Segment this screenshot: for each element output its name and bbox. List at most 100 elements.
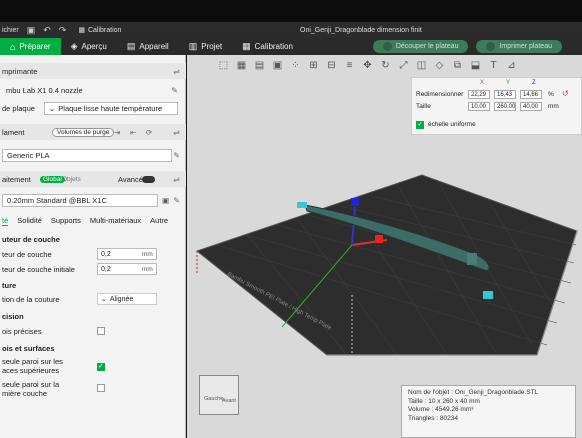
- scale-z-input[interactable]: 14,66: [520, 90, 542, 99]
- window-title: Oni_Genji_Dragonblade dimension finit: [300, 26, 422, 34]
- object-volume: Volume : 4549.26 mm³: [408, 406, 474, 413]
- plate-type-row: de plaque ⌄ Plaque lisse haute températu…: [0, 100, 186, 116]
- text-icon[interactable]: T: [487, 60, 500, 71]
- rotate-icon[interactable]: ↻: [379, 60, 392, 71]
- seam-group: ture: [2, 280, 17, 290]
- scale-y-input[interactable]: 16,43: [494, 90, 516, 99]
- precise-walls-checkbox[interactable]: [97, 327, 105, 335]
- tab-projet[interactable]: ▥ Projet: [179, 38, 232, 55]
- plate-type-select[interactable]: ⌄ Plaque lisse haute température: [44, 101, 178, 115]
- edit-icon[interactable]: ✎: [171, 86, 178, 95]
- plate-icon[interactable]: ⊟: [325, 60, 338, 71]
- title-bar: ichier ▣ ↶ ↷ ▦ Calibration Oni_Genji_Dra…: [0, 22, 582, 38]
- save-icon[interactable]: ▣: [27, 25, 36, 36]
- objects-toggle[interactable]: Objets: [62, 176, 81, 183]
- bezel: [0, 0, 582, 22]
- tab-appareil[interactable]: ▤ Appareil: [117, 38, 179, 55]
- paint-icon[interactable]: ◇: [433, 60, 446, 71]
- scale-icon[interactable]: ⤢: [397, 60, 410, 71]
- advanced-switch[interactable]: [142, 175, 155, 183]
- remove-filament-icon[interactable]: ⇤: [130, 128, 136, 137]
- purge-volumes-button[interactable]: Volumes de purge: [52, 127, 115, 137]
- slice-plate-button[interactable]: Découper le plateau: [372, 40, 469, 53]
- tab-support[interactable]: Supports: [51, 216, 81, 226]
- tab-multimaterial[interactable]: Multi-matériaux: [90, 216, 141, 226]
- table-icon[interactable]: ▤: [253, 60, 266, 71]
- settings-panel: mprimante ⇌ mbu Lab X1 0.4 nozzle ✎ de p…: [0, 55, 186, 438]
- file-menu[interactable]: ichier: [2, 27, 19, 34]
- support-icon[interactable]: ⊿: [505, 60, 518, 71]
- scale-x-input[interactable]: 22,29: [468, 90, 490, 99]
- object-triangles: Triangles : 80234: [408, 414, 458, 422]
- print-plate-button[interactable]: Imprimer plateau: [476, 40, 562, 53]
- save-icon[interactable]: ▣: [162, 196, 169, 205]
- single-wall-first-row: seule paroi sur la mière couche: [0, 380, 186, 400]
- project-icon: ▥: [188, 41, 198, 51]
- sliders-icon[interactable]: ⇌: [173, 128, 180, 137]
- bounding-marker: [483, 291, 493, 299]
- move-icon[interactable]: ✥: [361, 60, 374, 71]
- tab-quality[interactable]: té: [2, 216, 9, 226]
- tab-calibration[interactable]: ▦ Calibration: [232, 38, 303, 55]
- z-axis-handle[interactable]: [351, 198, 359, 206]
- arrange-icon[interactable]: ⁘: [289, 60, 302, 71]
- bounding-marker: [297, 202, 307, 208]
- chevron-down-icon[interactable]: [382, 42, 392, 51]
- orient-icon[interactable]: ⊞: [307, 60, 320, 71]
- filament-section-header: lament Volumes de purge ⇥ ⇤ ⟳ ⇌: [0, 124, 186, 140]
- x-axis-handle[interactable]: [375, 235, 383, 243]
- tab-strength[interactable]: Solidité: [17, 216, 42, 226]
- layer-height-group: uteur de couche: [2, 234, 60, 244]
- single-wall-top-row: seule paroi sur les aces supérieures: [0, 357, 186, 377]
- cut-icon[interactable]: ⧉: [451, 60, 464, 71]
- printer-select-row: mbu Lab X1 0.4 nozzle ✎: [0, 82, 186, 98]
- process-profile-select[interactable]: 0.20mm Standard @BBL X1C: [2, 193, 158, 207]
- calibration-icon: ▦: [242, 41, 251, 51]
- cube-icon[interactable]: ◫: [415, 60, 428, 71]
- add-filament-icon[interactable]: ⇥: [114, 128, 120, 137]
- list-icon[interactable]: ≡: [343, 60, 356, 71]
- seam-position-row: tion de la couture ⌄ Alignée: [0, 292, 186, 306]
- calibration-menu[interactable]: ▦ Calibration: [78, 26, 121, 35]
- view-cube[interactable]: Gauche Avant: [199, 375, 239, 415]
- walls-group: ois et surfaces: [2, 343, 55, 353]
- single-wall-top-checkbox[interactable]: [97, 362, 105, 371]
- single-wall-first-checkbox[interactable]: [97, 384, 105, 392]
- uniform-scale-checkbox[interactable]: ✓: [416, 121, 424, 129]
- layer-height-row: teur de couche 0,2 mm: [0, 247, 186, 261]
- filament-slot-row: Generic PLA ✎: [0, 148, 186, 162]
- reset-icon[interactable]: ↺: [562, 89, 569, 98]
- tab-other[interactable]: Autre: [150, 216, 168, 226]
- main-tabs: ⌂ Préparer ◈ Aperçu ▤ Appareil ▥ Projet …: [0, 38, 582, 55]
- edit-icon[interactable]: ✎: [173, 196, 180, 205]
- sliders-icon[interactable]: ⇌: [173, 175, 180, 184]
- size-x-input[interactable]: 10,00: [468, 102, 490, 111]
- 3d-viewport[interactable]: Bambu Smooth PEI Plate / High Temp Plate…: [187, 55, 582, 438]
- sliders-icon[interactable]: ⇌: [173, 67, 180, 76]
- measure-icon[interactable]: ⬓: [469, 60, 482, 71]
- scale-panel: X Y Z Redimensionner 22,29 16,43 14,66 %…: [411, 77, 582, 135]
- image-icon[interactable]: ▣: [271, 60, 284, 71]
- undo-icon[interactable]: ↶: [43, 25, 51, 36]
- slice-print-actions: Découper le plateau Imprimer plateau: [372, 40, 562, 53]
- add-object-icon[interactable]: ⬚: [217, 60, 230, 71]
- size-z-input[interactable]: 40,00: [520, 102, 542, 111]
- redo-icon[interactable]: ↷: [59, 25, 67, 36]
- chevron-down-icon[interactable]: [486, 42, 496, 51]
- size-y-input[interactable]: 260,00: [494, 102, 516, 111]
- seam-position-select[interactable]: ⌄ Alignée: [97, 293, 157, 305]
- printer-section-header: mprimante ⇌: [0, 63, 186, 79]
- sync-icon[interactable]: ⟳: [146, 128, 152, 137]
- process-profile-row: 0.20mm Standard @BBL X1C ▣ ✎: [0, 193, 186, 207]
- tab-apercu[interactable]: ◈ Aperçu: [61, 38, 117, 55]
- grid-icon[interactable]: ▦: [235, 60, 248, 71]
- object-name: Nom de l'objet : Oni_Genji_Dragonblade.S…: [408, 389, 539, 396]
- precise-walls-row: ois précises: [0, 324, 186, 338]
- edit-icon[interactable]: ✎: [173, 151, 180, 160]
- filament-select[interactable]: Generic PLA: [2, 148, 172, 162]
- layers-icon: ◈: [70, 41, 78, 51]
- tab-preparer[interactable]: ⌂ Préparer: [0, 38, 61, 55]
- device-icon: ▤: [126, 41, 136, 51]
- printer-select[interactable]: mbu Lab X1 0.4 nozzle: [2, 84, 172, 97]
- object-size: Taille : 10 x 260 x 40 mm: [408, 397, 480, 405]
